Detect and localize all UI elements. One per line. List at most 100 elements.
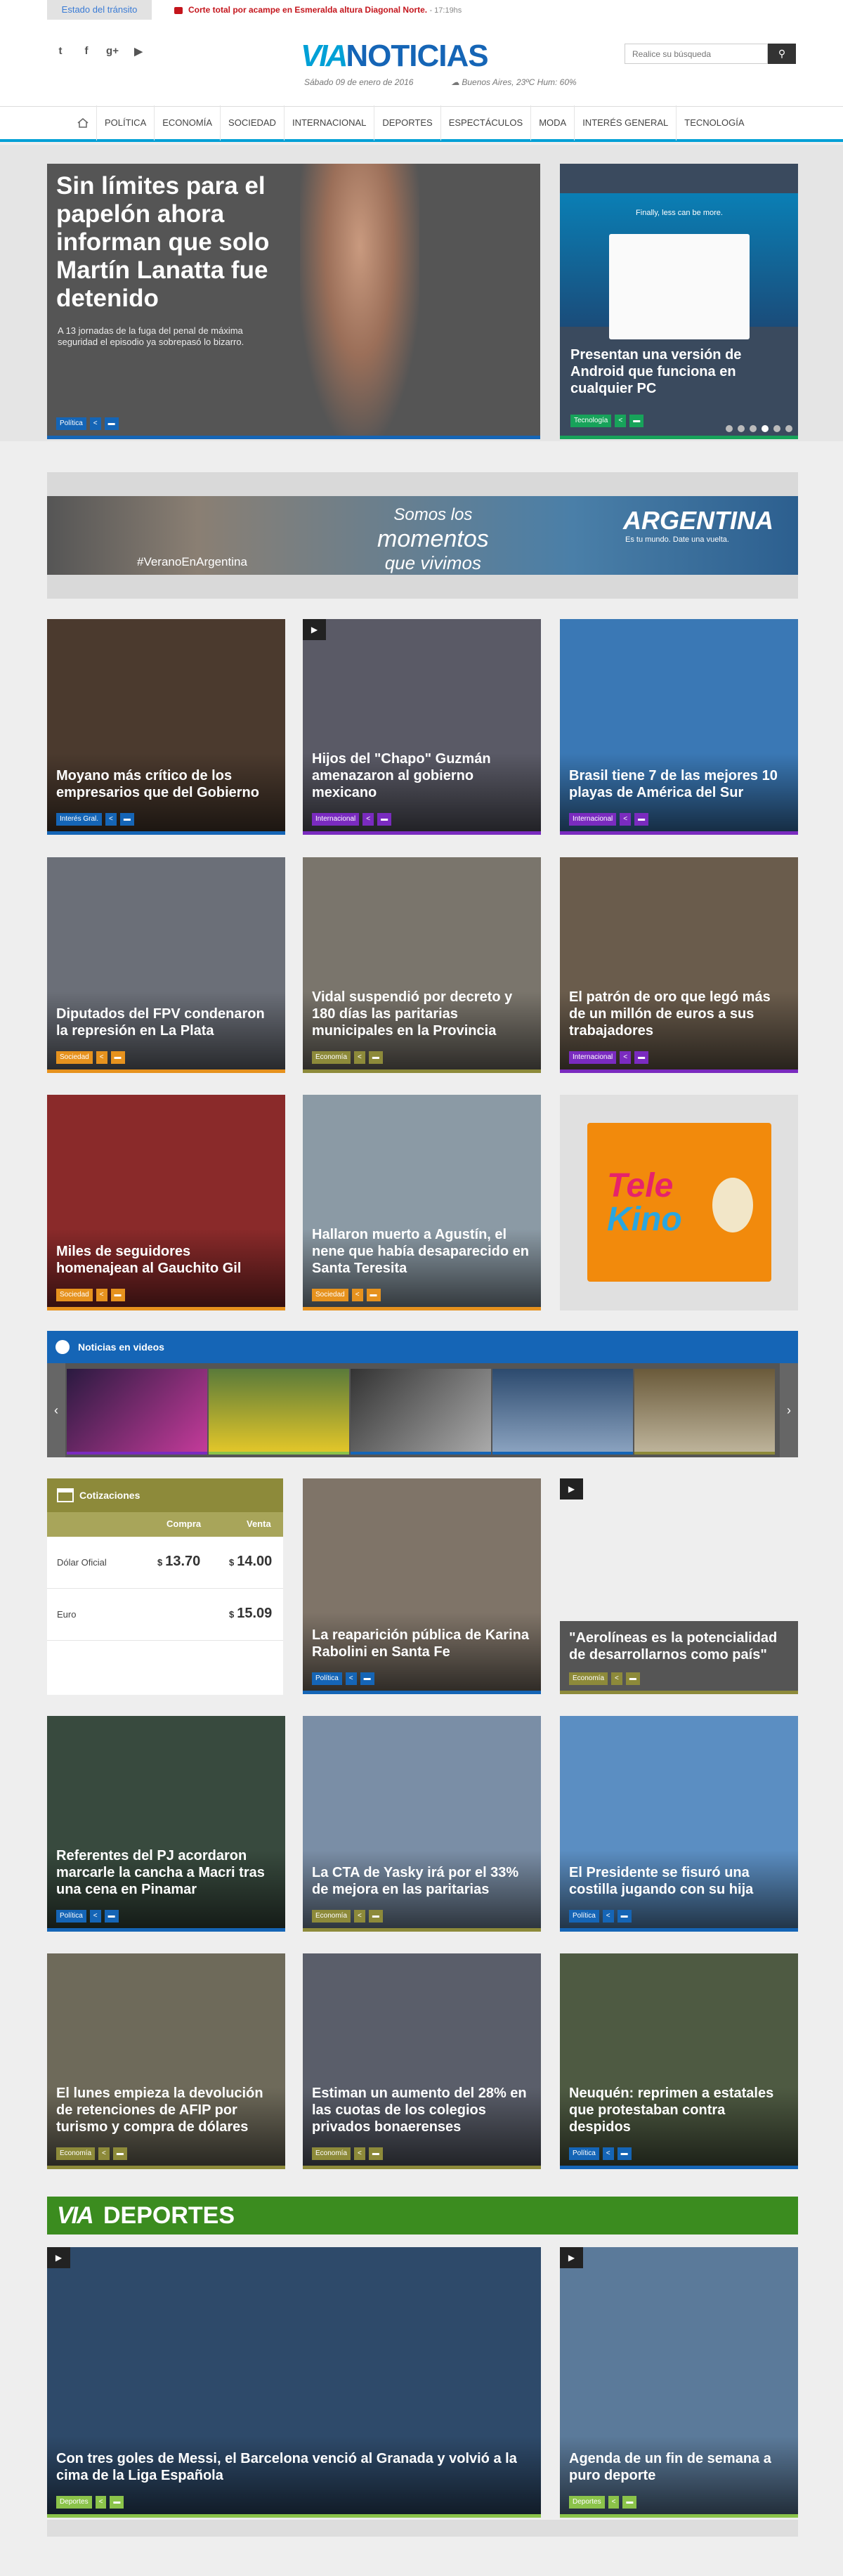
section-badge[interactable]: Sociedad bbox=[56, 1289, 93, 1301]
card-title[interactable]: El Presidente se fisuró una costilla jug… bbox=[569, 1864, 789, 1898]
section-badge[interactable]: Economía bbox=[312, 2147, 351, 2160]
card-title[interactable]: Miles de seguidores homenajean al Gauchi… bbox=[56, 1243, 276, 1277]
news-card[interactable]: Estiman un aumento del 28% en las cuotas… bbox=[303, 1953, 541, 2169]
telekino-ad[interactable]: Tele Kino bbox=[587, 1123, 771, 1282]
comment-icon[interactable]: ▬ bbox=[625, 1672, 640, 1685]
hero-main-story[interactable]: Sin límites para el papelón ahora inform… bbox=[47, 164, 540, 439]
section-badge[interactable]: Economía bbox=[312, 1051, 351, 1064]
section-badge[interactable]: Deportes bbox=[569, 2496, 605, 2509]
twitter-icon[interactable]: t bbox=[54, 45, 67, 58]
card-title[interactable]: Diputados del FPV condenaron la represió… bbox=[56, 1006, 276, 1039]
nav-item-economia[interactable]: ECONOMÍA bbox=[155, 105, 221, 141]
comment-icon[interactable]: ▬ bbox=[110, 1051, 125, 1064]
section-badge[interactable]: Política bbox=[56, 1910, 86, 1923]
comment-icon[interactable]: ▬ bbox=[110, 2496, 124, 2509]
news-card[interactable]: ▶ Agenda de un fin de semana a puro depor… bbox=[560, 2247, 798, 2518]
nav-item-interes-general[interactable]: INTERÉS GENERAL bbox=[575, 105, 677, 141]
card-title[interactable]: Vidal suspendió por decreto y 180 días l… bbox=[312, 989, 532, 1039]
traffic-status-link[interactable]: Estado del tránsito bbox=[47, 0, 152, 20]
hero-side-story[interactable]: Finally, less can be more. Presentan una… bbox=[560, 164, 798, 439]
share-icon[interactable]: < bbox=[611, 1672, 622, 1685]
section-badge[interactable]: Internacional bbox=[569, 1051, 617, 1064]
comment-icon[interactable]: ▬ bbox=[119, 813, 134, 826]
share-icon[interactable]: < bbox=[96, 1289, 107, 1301]
section-badge[interactable]: Política bbox=[56, 417, 86, 430]
card-title[interactable]: Hijos del "Chapo" Guzmán amenazaron al g… bbox=[312, 750, 532, 801]
comment-icon[interactable]: ▬ bbox=[104, 1910, 119, 1923]
slider-dot-active[interactable] bbox=[762, 425, 769, 432]
video-thumb[interactable] bbox=[351, 1369, 491, 1455]
deportes-header[interactable]: VIA DEPORTES bbox=[47, 2197, 798, 2235]
news-card[interactable]: Vidal suspendió por decreto y 180 días l… bbox=[303, 857, 541, 1073]
news-card[interactable]: El Presidente se fisuró una costilla jug… bbox=[560, 1716, 798, 1932]
nav-item-sociedad[interactable]: SOCIEDAD bbox=[221, 105, 285, 141]
comment-icon[interactable]: ▬ bbox=[377, 813, 392, 826]
section-badge[interactable]: Internacional bbox=[569, 813, 617, 826]
section-badge[interactable]: Internacional bbox=[312, 813, 360, 826]
hero-side-title[interactable]: Presentan una versión de Android que fun… bbox=[570, 346, 781, 397]
tourism-banner[interactable]: #VeranoEnArgentina Somos los momentos qu… bbox=[47, 472, 798, 599]
carousel-prev-button[interactable]: ‹ bbox=[47, 1363, 65, 1457]
comment-icon[interactable]: ▬ bbox=[622, 2496, 637, 2509]
nav-item-espectaculos[interactable]: ESPECTÁCULOS bbox=[441, 105, 532, 141]
nav-item-politica[interactable]: POLÍTICA bbox=[97, 105, 155, 141]
share-icon[interactable]: < bbox=[105, 813, 117, 826]
facebook-icon[interactable]: f bbox=[80, 45, 93, 58]
card-title[interactable]: Con tres goles de Messi, el Barcelona ve… bbox=[56, 2450, 532, 2484]
section-badge[interactable]: Tecnología bbox=[570, 415, 612, 427]
news-card[interactable]: La CTA de Yasky irá por el 33% de mejora… bbox=[303, 1716, 541, 1932]
share-icon[interactable]: < bbox=[615, 415, 627, 427]
news-card[interactable]: ▶ "Aerolíneas es la potencialidad de desa… bbox=[560, 1478, 798, 1694]
carousel-next-button[interactable]: › bbox=[780, 1363, 798, 1457]
news-card[interactable]: Miles de seguidores homenajean al Gauchi… bbox=[47, 1095, 285, 1310]
slider-dot[interactable] bbox=[726, 425, 733, 432]
google-plus-icon[interactable]: g+ bbox=[106, 45, 119, 58]
news-card[interactable]: El lunes empieza la devolución de retenc… bbox=[47, 1953, 285, 2169]
comment-icon[interactable]: ▬ bbox=[110, 1289, 125, 1301]
share-icon[interactable]: < bbox=[95, 2496, 107, 2509]
card-title[interactable]: Brasil tiene 7 de las mejores 10 playas … bbox=[569, 767, 789, 801]
nav-item-tecnologia[interactable]: TECNOLOGÍA bbox=[677, 105, 752, 141]
comment-icon[interactable]: ▬ bbox=[104, 417, 119, 430]
news-card[interactable]: Brasil tiene 7 de las mejores 10 playas … bbox=[560, 619, 798, 835]
section-badge[interactable]: Sociedad bbox=[56, 1051, 93, 1064]
card-title[interactable]: Moyano más crítico de los empresarios qu… bbox=[56, 767, 276, 801]
youtube-icon[interactable]: ▶ bbox=[132, 45, 145, 58]
play-icon[interactable]: ▶ bbox=[560, 2247, 583, 2268]
share-icon[interactable]: < bbox=[96, 1051, 107, 1064]
news-card[interactable]: El patrón de oro que legó más de un mill… bbox=[560, 857, 798, 1073]
news-card[interactable]: La reaparición pública de Karina Rabolin… bbox=[303, 1478, 541, 1694]
comment-icon[interactable]: ▬ bbox=[368, 1910, 383, 1923]
share-icon[interactable]: < bbox=[602, 2147, 614, 2160]
nav-item-deportes[interactable]: DEPORTES bbox=[374, 105, 441, 141]
search-button[interactable]: ⚲ bbox=[768, 44, 796, 64]
news-card[interactable]: Moyano más crítico de los empresarios qu… bbox=[47, 619, 285, 835]
section-badge[interactable]: Política bbox=[312, 1672, 342, 1685]
card-title[interactable]: El lunes empieza la devolución de retenc… bbox=[56, 2085, 276, 2135]
news-card[interactable]: Diputados del FPV condenaron la represió… bbox=[47, 857, 285, 1073]
video-thumb[interactable] bbox=[492, 1369, 633, 1455]
section-badge[interactable]: Deportes bbox=[56, 2496, 92, 2509]
news-card[interactable]: ▶ Hijos del "Chapo" Guzmán amenazaron al … bbox=[303, 619, 541, 835]
nav-item-moda[interactable]: MODA bbox=[531, 105, 575, 141]
card-title[interactable]: Agenda de un fin de semana a puro deport… bbox=[569, 2450, 789, 2484]
news-card[interactable]: Hallaron muerto a Agustín, el nene que h… bbox=[303, 1095, 541, 1310]
news-card[interactable]: Referentes del PJ acordaron marcarle la … bbox=[47, 1716, 285, 1932]
video-thumb[interactable] bbox=[634, 1369, 775, 1455]
comment-icon[interactable]: ▬ bbox=[112, 2147, 127, 2160]
slider-dot[interactable] bbox=[773, 425, 780, 432]
search-input[interactable] bbox=[625, 44, 768, 64]
share-icon[interactable]: < bbox=[89, 1910, 101, 1923]
section-badge[interactable]: Política bbox=[569, 2147, 599, 2160]
section-badge[interactable]: Economía bbox=[56, 2147, 96, 2160]
card-title[interactable]: Estiman un aumento del 28% en las cuotas… bbox=[312, 2085, 532, 2135]
share-icon[interactable]: < bbox=[89, 417, 101, 430]
news-card[interactable]: ▶ Con tres goles de Messi, el Barcelona v… bbox=[47, 2247, 541, 2518]
share-icon[interactable]: < bbox=[362, 813, 374, 826]
card-title[interactable]: La reaparición pública de Karina Rabolin… bbox=[312, 1627, 532, 1660]
share-icon[interactable]: < bbox=[620, 813, 632, 826]
comment-icon[interactable]: ▬ bbox=[617, 1910, 632, 1923]
comment-icon[interactable]: ▬ bbox=[368, 1051, 383, 1064]
share-icon[interactable]: < bbox=[354, 1051, 365, 1064]
play-icon[interactable]: ▶ bbox=[47, 2247, 70, 2268]
